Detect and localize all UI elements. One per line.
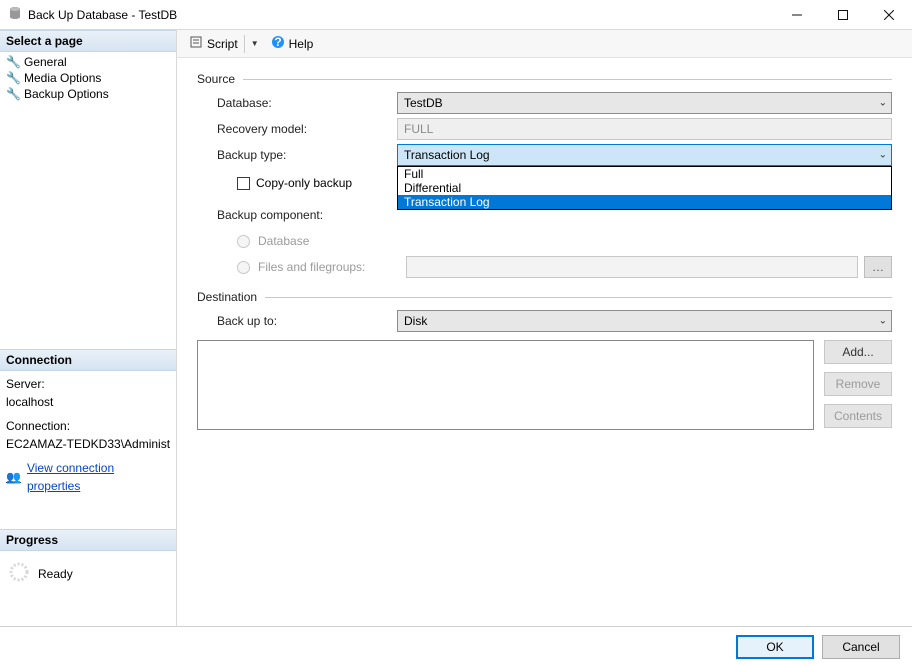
progress-spinner-icon	[8, 561, 30, 586]
chevron-down-icon: ⌄	[879, 150, 887, 161]
maximize-button[interactable]	[820, 0, 866, 29]
backup-type-value: Transaction Log	[404, 148, 490, 162]
connection-info: Server: localhost Connection: EC2AMAZ-TE…	[0, 371, 176, 499]
component-database-radio	[237, 235, 250, 248]
backup-type-dropdown: Full Differential Transaction Log	[397, 166, 892, 210]
group-divider	[265, 297, 892, 298]
cancel-label: Cancel	[842, 640, 879, 654]
recovery-model-field: FULL	[397, 118, 892, 140]
view-connection-properties-link[interactable]: 👥 View connection properties	[6, 453, 170, 495]
toolbar: Script ▼ ? Help	[177, 30, 912, 58]
files-browse-button[interactable]: …	[864, 256, 892, 278]
backup-to-value: Disk	[404, 314, 427, 328]
backup-to-label: Back up to:	[217, 314, 397, 328]
page-backup-options[interactable]: 🔧 Backup Options	[6, 86, 176, 102]
component-files-label: Files and filegroups:	[258, 260, 406, 274]
progress-header: Progress	[0, 529, 176, 551]
wrench-icon: 🔧	[6, 55, 20, 69]
wrench-icon: 🔧	[6, 71, 20, 85]
connection-value: EC2AMAZ-TEDKD33\Administrator	[6, 435, 170, 453]
link-text: View connection properties	[27, 459, 170, 495]
progress-status: Ready	[0, 551, 176, 596]
checkbox-box	[237, 177, 250, 190]
component-database-label: Database	[258, 234, 309, 248]
progress-text: Ready	[38, 567, 73, 581]
page-general[interactable]: 🔧 General	[6, 54, 176, 70]
recovery-value: FULL	[404, 122, 433, 136]
backup-type-option-transaction-log[interactable]: Transaction Log	[398, 195, 891, 209]
remove-destination-button[interactable]: Remove	[824, 372, 892, 396]
backup-type-label: Backup type:	[217, 148, 397, 162]
backup-to-select[interactable]: Disk ⌄	[397, 310, 892, 332]
server-label: Server:	[6, 375, 170, 393]
page-media-options[interactable]: 🔧 Media Options	[6, 70, 176, 86]
contents-label: Contents	[834, 409, 882, 423]
chevron-down-icon: ⌄	[879, 98, 887, 109]
group-divider	[243, 79, 892, 80]
script-button[interactable]: Script ▼	[185, 33, 263, 55]
help-button[interactable]: ? Help	[267, 33, 318, 54]
backup-component-label: Backup component:	[217, 208, 397, 222]
main-pane: Script ▼ ? Help Source Database:	[177, 30, 912, 626]
remove-label: Remove	[836, 377, 881, 391]
copy-only-label: Copy-only backup	[256, 176, 352, 190]
destination-list[interactable]	[197, 340, 814, 430]
script-icon	[189, 35, 203, 52]
window-title: Back Up Database - TestDB	[28, 8, 774, 22]
ok-label: OK	[766, 640, 783, 654]
cancel-button[interactable]: Cancel	[822, 635, 900, 659]
left-pane: Select a page 🔧 General 🔧 Media Options …	[0, 30, 177, 626]
files-filegroups-field	[406, 256, 858, 278]
backup-type-option-full[interactable]: Full	[398, 167, 891, 181]
chevron-down-icon: ▼	[251, 39, 259, 48]
database-value: TestDB	[404, 96, 443, 110]
database-icon	[8, 6, 22, 23]
add-destination-button[interactable]: Add...	[824, 340, 892, 364]
component-files-radio	[237, 261, 250, 274]
svg-text:?: ?	[274, 35, 281, 49]
recovery-label: Recovery model:	[217, 122, 397, 136]
titlebar: Back Up Database - TestDB	[0, 0, 912, 30]
select-page-header: Select a page	[0, 30, 176, 52]
close-button[interactable]	[866, 0, 912, 29]
ok-button[interactable]: OK	[736, 635, 814, 659]
copy-only-backup-checkbox[interactable]: Copy-only backup	[237, 176, 352, 190]
dialog-button-bar: OK Cancel	[0, 626, 912, 666]
connection-label: Connection:	[6, 417, 170, 435]
source-header: Source	[197, 72, 239, 86]
backup-type-option-differential[interactable]: Differential	[398, 181, 891, 195]
page-label: Media Options	[24, 71, 101, 85]
connection-header: Connection	[0, 349, 176, 371]
contents-button[interactable]: Contents	[824, 404, 892, 428]
destination-header: Destination	[197, 290, 261, 304]
backup-type-select[interactable]: Transaction Log ⌄	[397, 144, 892, 166]
page-label: Backup Options	[24, 87, 109, 101]
people-icon: 👥	[6, 468, 21, 486]
server-value: localhost	[6, 393, 170, 411]
wrench-icon: 🔧	[6, 87, 20, 101]
page-label: General	[24, 55, 67, 69]
help-icon: ?	[271, 35, 285, 52]
chevron-down-icon: ⌄	[879, 316, 887, 327]
minimize-button[interactable]	[774, 0, 820, 29]
database-label: Database:	[217, 96, 397, 110]
add-label: Add...	[842, 345, 873, 359]
database-select[interactable]: TestDB ⌄	[397, 92, 892, 114]
ellipsis-icon: …	[872, 260, 884, 274]
help-label: Help	[289, 37, 314, 51]
script-label: Script	[207, 37, 238, 51]
